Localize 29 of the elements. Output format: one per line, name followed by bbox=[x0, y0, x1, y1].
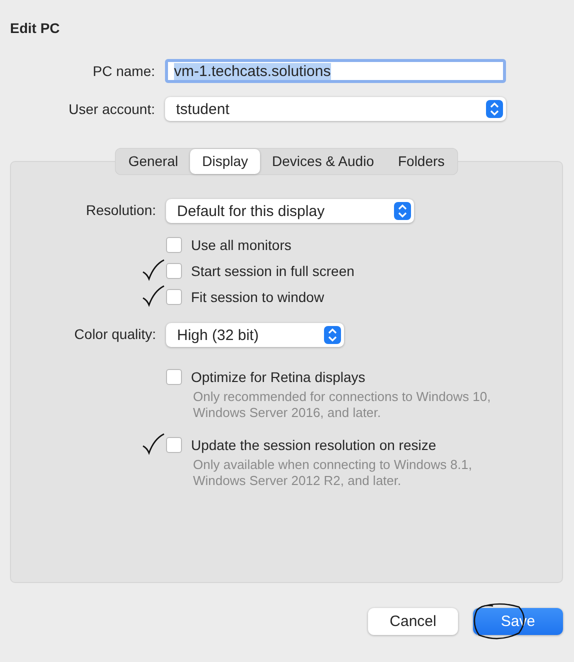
tab[interactable]: Folders bbox=[386, 149, 457, 174]
popup-button[interactable]: Default for this display bbox=[166, 199, 414, 223]
text-field[interactable]: vm-1.techcats.solutions bbox=[165, 59, 506, 83]
checkbox[interactable] bbox=[166, 369, 182, 385]
tab[interactable]: Devices & Audio bbox=[260, 149, 386, 174]
option-note: Only recommended for connections to Windows 10, Windows Server 2016, and later. bbox=[193, 389, 492, 421]
checkbox-option[interactable]: Optimize for Retina displays bbox=[166, 369, 562, 385]
checkbox[interactable] bbox=[166, 237, 182, 253]
checkbox[interactable] bbox=[166, 289, 182, 305]
field-label: User account: bbox=[68, 101, 155, 117]
option-note: Only available when connecting to Windows 8.1, Windows Server 2012 R2, and later. bbox=[193, 457, 473, 489]
field-label: PC name: bbox=[92, 63, 155, 79]
cancel-button[interactable]: Cancel bbox=[368, 608, 458, 635]
field-label: Resolution: bbox=[86, 202, 156, 218]
dialog-title: Edit PC bbox=[10, 20, 61, 38]
checkbox-option[interactable]: Use all monitors bbox=[166, 237, 562, 253]
checkbox[interactable] bbox=[166, 263, 182, 279]
tab[interactable]: Display bbox=[190, 149, 260, 174]
checkbox[interactable] bbox=[166, 437, 182, 453]
stepper-icon bbox=[394, 202, 411, 220]
checkbox-option[interactable]: Update the session resolution on resize bbox=[166, 437, 562, 453]
tab[interactable]: General bbox=[116, 149, 190, 174]
checkbox-option[interactable]: Start session in full screen bbox=[166, 263, 562, 279]
popup-button[interactable]: High (32 bit) bbox=[166, 323, 344, 347]
field-label: Color quality: bbox=[74, 326, 156, 342]
checkbox-option[interactable]: Fit session to window bbox=[166, 289, 562, 305]
stepper-icon bbox=[324, 326, 341, 344]
stepper-icon bbox=[486, 100, 503, 118]
popup-button[interactable]: tstudent bbox=[165, 97, 506, 121]
